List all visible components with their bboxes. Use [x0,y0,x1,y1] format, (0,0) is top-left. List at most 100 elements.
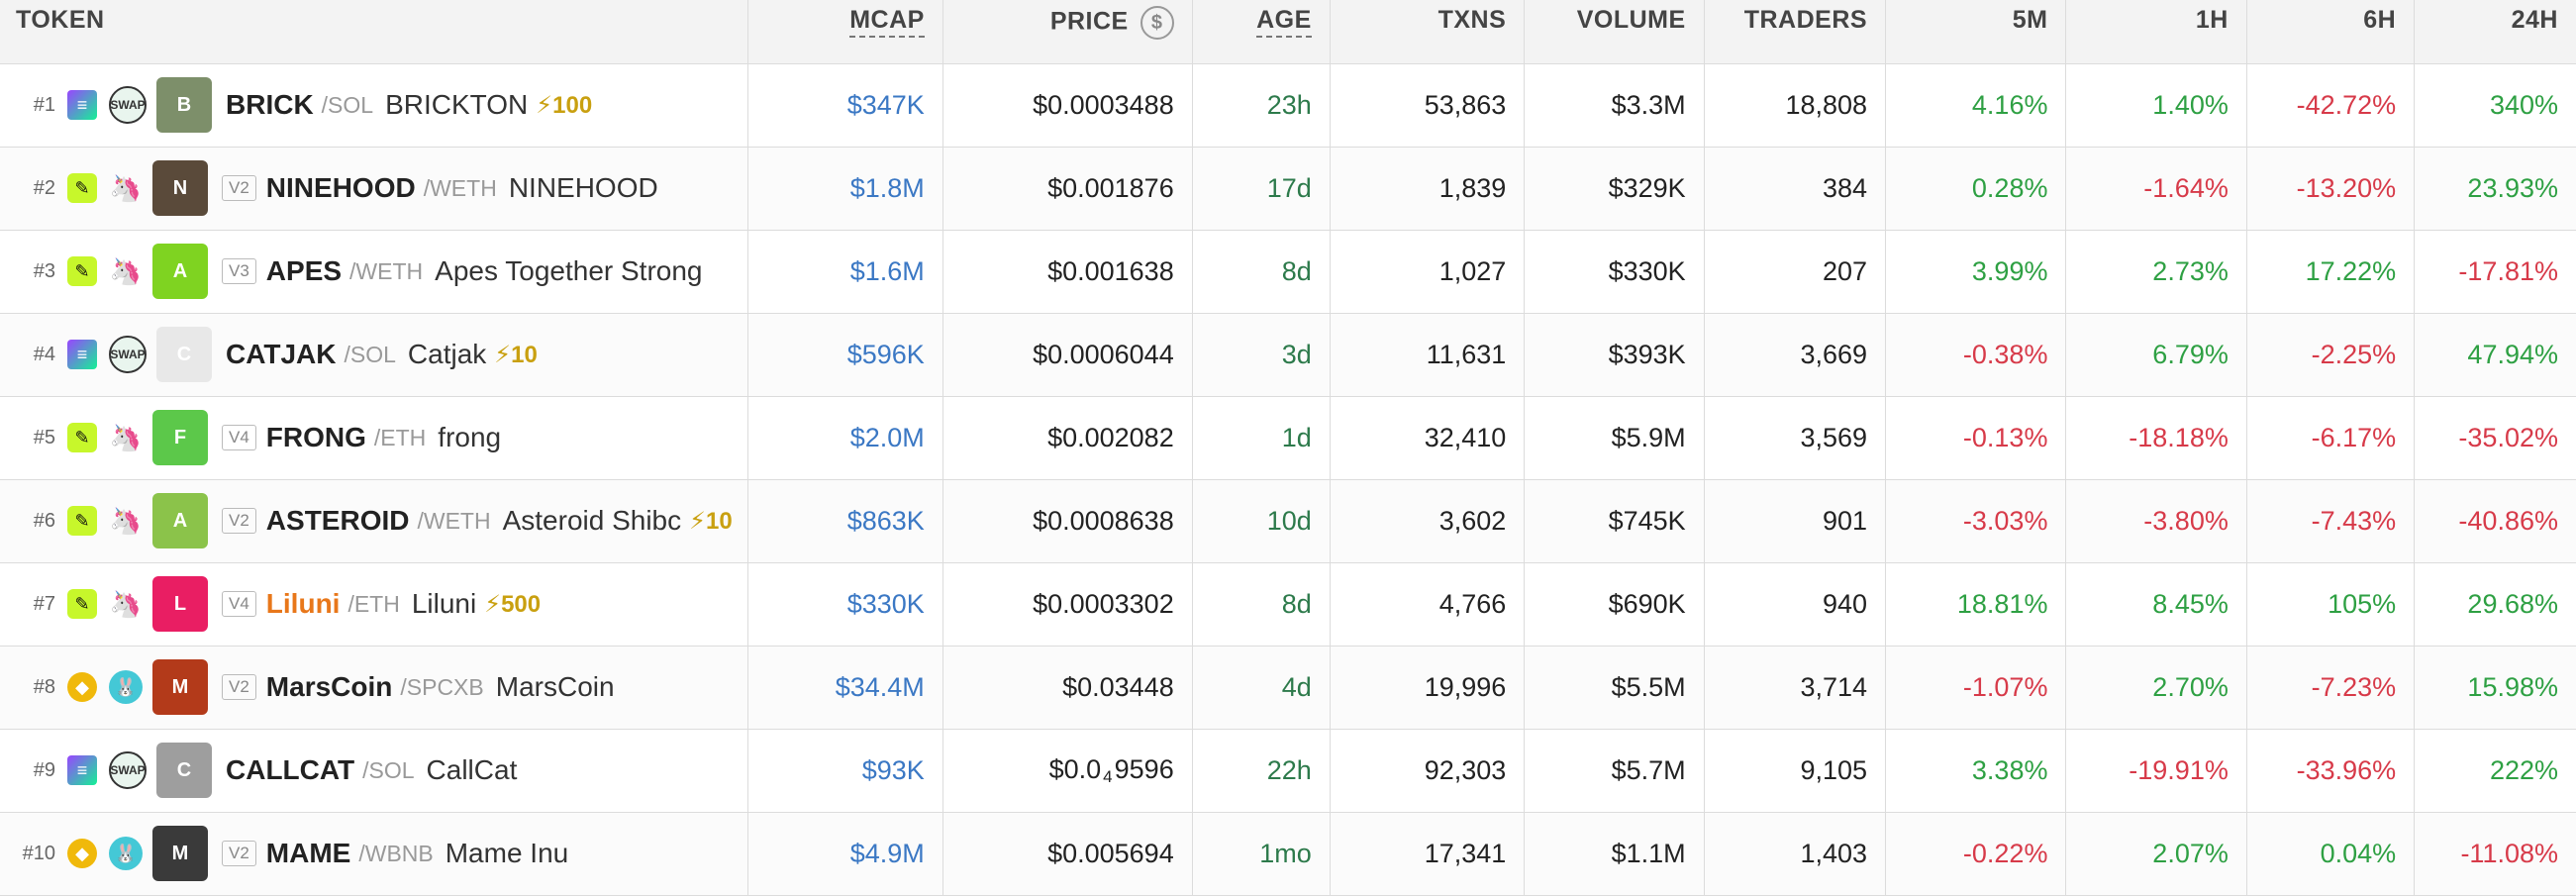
header-1h[interactable]: 1H [2065,0,2247,64]
token-symbol[interactable]: CATJAK [226,339,336,370]
currency-toggle-icon[interactable]: $ [1139,6,1174,40]
quote-pair: /WBNB [358,840,434,866]
change-5m-cell: -0.13% [1885,396,2067,480]
age-cell: 1d [1192,396,1331,480]
change-1h-cell: -19.91% [2065,729,2247,813]
boost-badge: ⚡10 [689,507,733,535]
table-row[interactable]: #4 ≡ SWAP C CATJAK /SOL Catjak ⚡10 $596K… [0,313,2576,397]
mame-avatar: M [152,826,208,881]
table-row[interactable]: #1 ≡ SWAP B BRICK /SOL BRICKTON ⚡100 $34… [0,63,2576,148]
traders-cell: 1,403 [1704,812,1887,896]
token-symbol[interactable]: MAME [266,838,351,869]
header-age-label: AGE [1256,6,1312,38]
catjak-avatar: C [156,327,212,382]
age-cell: 17d [1192,147,1331,231]
token-info: #7 ✎ 🦄 L V4 Liluni /ETH Liluni ⚡500 [0,563,747,646]
rank: #7 [33,592,55,615]
bnb-icon: ◆ [67,839,97,868]
change-1h-cell: 1.40% [2065,63,2247,148]
solana-icon: ≡ [67,340,97,369]
header-price-label: PRICE [1049,7,1129,36]
header-24h-label: 24H [2511,6,2558,34]
base-icon: ✎ [67,506,97,536]
header-6h[interactable]: 6H [2246,0,2416,64]
age-cell: 4d [1192,646,1331,730]
header-price[interactable]: PRICE $ [942,0,1193,64]
header-volume[interactable]: VOLUME [1524,0,1705,64]
header-token-label: TOKEN [16,6,105,34]
price-cell: $0.0006044 [942,313,1193,397]
apes-avatar: A [152,244,208,299]
token-name: CallCat [426,754,518,785]
header-age[interactable]: AGE [1192,0,1331,64]
token-name: Apes Together Strong [435,255,703,286]
token-cell[interactable]: #10 ◆ 🐰 M V2 MAME /WBNB Mame Inu [0,812,749,896]
change-24h-cell: 222% [2414,729,2576,813]
token-cell[interactable]: #7 ✎ 🦄 L V4 Liluni /ETH Liluni ⚡500 [0,562,749,647]
token-symbol[interactable]: ASTEROID [266,505,410,537]
solana-icon: ≡ [67,90,97,120]
boost-badge: ⚡500 [484,590,542,618]
quote-pair: /SOL [321,91,374,118]
boost-badge: ⚡10 [494,341,538,368]
token-table: TOKEN MCAP PRICE $ AGE TXNS VOLUME TRADER… [0,0,2576,896]
uniswap-icon: 🦄 [109,422,143,452]
change-1h-cell: 8.45% [2065,562,2247,647]
volume-cell: $745K [1524,479,1705,563]
token-symbol[interactable]: BRICK [226,89,314,121]
table-row[interactable]: #9 ≡ SWAP C CALLCAT /SOL CallCat $93K $0… [0,729,2576,813]
token-cell[interactable]: #4 ≡ SWAP C CATJAK /SOL Catjak ⚡10 [0,313,749,397]
version-badge: V2 [222,508,256,534]
token-symbol[interactable]: MarsCoin [266,671,393,703]
token-symbol[interactable]: CALLCAT [226,754,354,786]
token-symbol[interactable]: Liluni [266,588,341,620]
header-traders[interactable]: TRADERS [1704,0,1887,64]
header-5m[interactable]: 5M [1885,0,2067,64]
uniswap-icon: 🦄 [109,172,143,203]
change-24h-cell: 340% [2414,63,2576,148]
header-txns[interactable]: TXNS [1330,0,1526,64]
table-row[interactable]: #7 ✎ 🦄 L V4 Liluni /ETH Liluni ⚡500 $330… [0,562,2576,647]
callcat-avatar: C [156,743,212,798]
table-row[interactable]: #5 ✎ 🦄 F V4 FRONG /ETH frong $2.0M $0.00… [0,396,2576,480]
uniswap-icon: 🦄 [109,588,143,619]
token-cell[interactable]: #8 ◆ 🐰 M V2 MarsCoin /SPCXB MarsCoin [0,646,749,730]
traders-cell: 3,669 [1704,313,1887,397]
txns-cell: 1,839 [1330,147,1526,231]
header-mcap[interactable]: MCAP [747,0,943,64]
token-symbol[interactable]: NINEHOOD [266,172,416,204]
token-cell[interactable]: #5 ✎ 🦄 F V4 FRONG /ETH frong [0,396,749,480]
change-24h-cell: -35.02% [2414,396,2576,480]
txns-cell: 1,027 [1330,230,1526,314]
mcap-cell: $596K [747,313,943,397]
change-24h-cell: -11.08% [2414,812,2576,896]
price-value: $0.0003302 [1033,588,1174,619]
token-cell[interactable]: #9 ≡ SWAP C CALLCAT /SOL CallCat [0,729,749,813]
change-5m-cell: 3.38% [1885,729,2067,813]
price-value: $0.001638 [1047,255,1174,286]
token-cell[interactable]: #2 ✎ 🦄 N V2 NINEHOOD /WETH NINEHOOD [0,147,749,231]
token-cell[interactable]: #1 ≡ SWAP B BRICK /SOL BRICKTON ⚡100 [0,63,749,148]
header-token[interactable]: TOKEN [0,0,749,64]
mcap-cell: $93K [747,729,943,813]
token-symbol[interactable]: FRONG [266,422,366,453]
token-symbol[interactable]: APES [266,255,342,287]
header-24h[interactable]: 24H [2414,0,2576,64]
token-cell[interactable]: #6 ✎ 🦄 A V2 ASTEROID /WETH Asteroid Shib… [0,479,749,563]
table-row[interactable]: #8 ◆ 🐰 M V2 MarsCoin /SPCXB MarsCoin $34… [0,646,2576,730]
table-row[interactable]: #10 ◆ 🐰 M V2 MAME /WBNB Mame Inu $4.9M $… [0,812,2576,896]
change-1h-cell: -1.64% [2065,147,2247,231]
version-badge: V4 [222,591,256,617]
table-row[interactable]: #2 ✎ 🦄 N V2 NINEHOOD /WETH NINEHOOD $1.8… [0,147,2576,231]
change-1h-cell: 2.70% [2065,646,2247,730]
token-cell[interactable]: #3 ✎ 🦄 A V3 APES /WETH Apes Together Str… [0,230,749,314]
change-1h-cell: 6.79% [2065,313,2247,397]
version-badge: V2 [222,175,256,201]
change-24h-cell: 23.93% [2414,147,2576,231]
raydium-swap-icon: SWAP [109,751,147,789]
mcap-cell: $1.6M [747,230,943,314]
change-5m-cell: 18.81% [1885,562,2067,647]
base-icon: ✎ [67,589,97,619]
table-row[interactable]: #3 ✎ 🦄 A V3 APES /WETH Apes Together Str… [0,230,2576,314]
table-row[interactable]: #6 ✎ 🦄 A V2 ASTEROID /WETH Asteroid Shib… [0,479,2576,563]
